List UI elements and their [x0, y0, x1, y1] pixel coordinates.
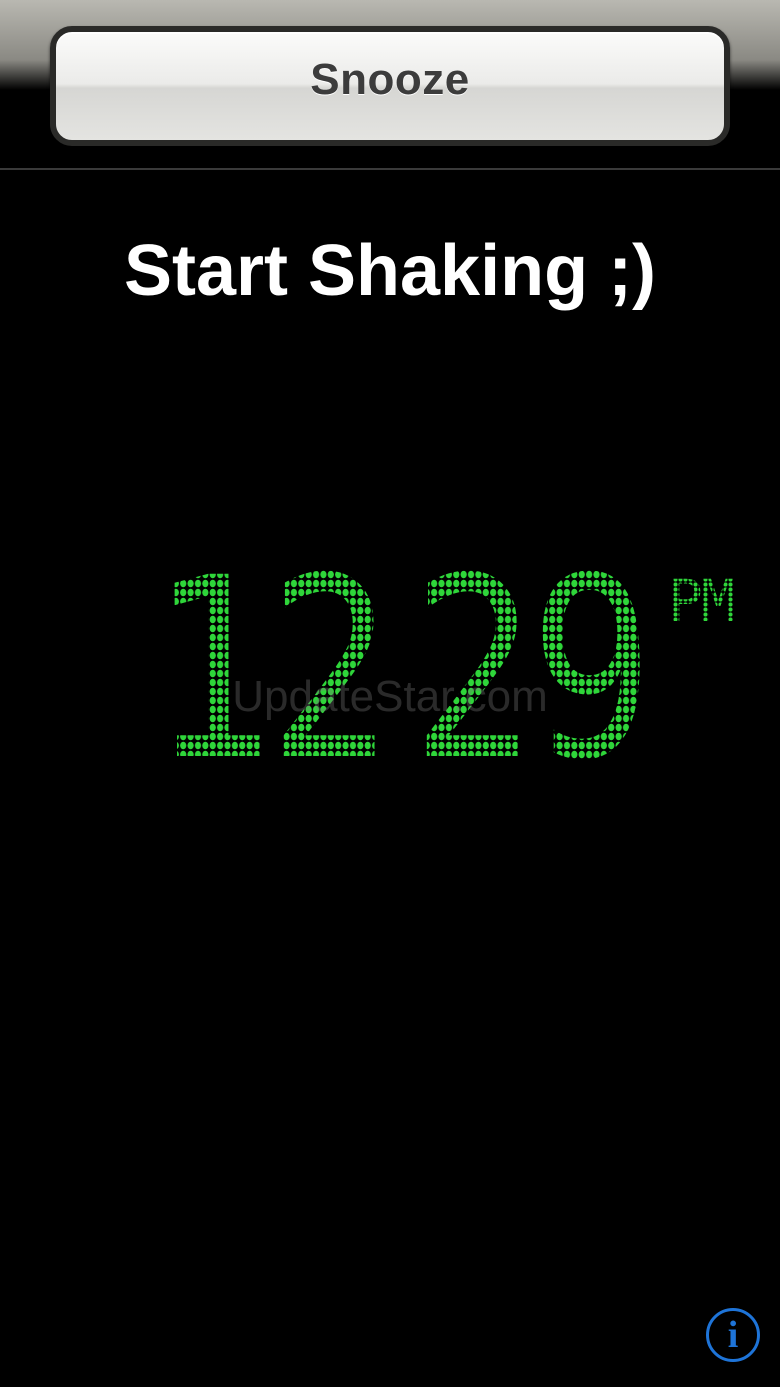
- snooze-label: Snooze: [310, 55, 470, 104]
- clock-hours: 12: [150, 524, 392, 815]
- clock-minutes: 29: [411, 524, 654, 815]
- clock-display: 1229 PM: [150, 545, 750, 795]
- clock-ampm: PM: [668, 567, 736, 635]
- top-bar: Snooze: [0, 0, 780, 170]
- shake-instruction: Start Shaking ;): [123, 231, 657, 311]
- info-button[interactable]: i: [706, 1308, 760, 1362]
- snooze-button[interactable]: Snooze: [50, 26, 730, 146]
- info-icon: i: [727, 1314, 739, 1356]
- clock-time: 1229: [150, 545, 654, 795]
